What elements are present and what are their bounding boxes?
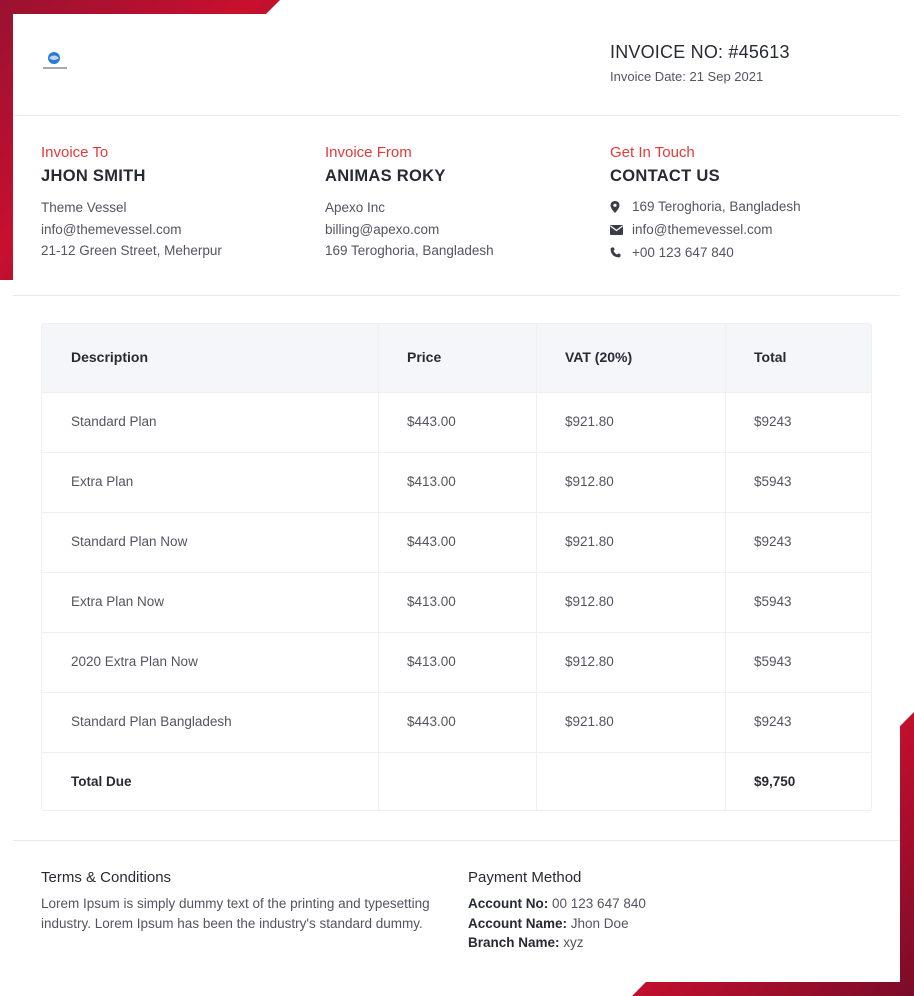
- invoice-paper: INVOICE NO: #45613 Invoice Date: 21 Sep …: [13, 14, 900, 982]
- table-row: Standard Plan Bangladesh $443.00 $921.80…: [42, 692, 871, 752]
- header-price: Price: [407, 349, 442, 365]
- table-total-row: Total Due $9,750: [42, 752, 871, 810]
- invoice-from-company: Apexo Inc: [325, 200, 386, 215]
- row-description: Standard Plan: [71, 414, 157, 429]
- contact-address: 169 Teroghoria, Bangladesh: [632, 199, 801, 214]
- invoice-table: Description Price VAT (20%) Total Standa…: [41, 323, 872, 811]
- contact-address-line: 169 Teroghoria, Bangladesh: [610, 195, 880, 218]
- invoice-date: Invoice Date: 21 Sep 2021: [610, 69, 764, 84]
- invoice-to-name: JHON SMITH: [41, 167, 146, 185]
- row-total: $9243: [754, 714, 792, 729]
- account-no-value: 00 123 647 840: [552, 896, 646, 911]
- terms-title: Terms & Conditions: [41, 869, 172, 886]
- column-divider: [725, 324, 726, 810]
- company-logo: [41, 50, 71, 76]
- account-name-line: Account Name: Jhon Doe: [468, 914, 646, 934]
- table-row: Standard Plan Now $443.00 $921.80 $9243: [42, 512, 871, 572]
- row-total: $9243: [754, 414, 792, 429]
- payment-title: Payment Method: [468, 869, 582, 886]
- contact-label: Get In Touch: [610, 144, 695, 161]
- invoice-to-address: 21-12 Green Street, Meherpur: [41, 243, 222, 258]
- row-vat: $912.80: [565, 594, 614, 609]
- row-vat: $912.80: [565, 474, 614, 489]
- header-vat: VAT (20%): [565, 349, 633, 365]
- contact-email[interactable]: info@themevessel.com: [632, 222, 773, 237]
- table-header: Description Price VAT (20%) Total: [42, 324, 871, 392]
- divider: [13, 115, 900, 116]
- account-name-value: Jhon Doe: [570, 915, 629, 931]
- payment-details: Account No: 00 123 647 840 Account Name:…: [468, 894, 646, 953]
- phone-icon: [610, 247, 632, 258]
- row-price: $413.00: [407, 594, 456, 609]
- account-name-label: Account Name:: [468, 915, 568, 931]
- invoice-from-name: ANIMAS ROKY: [325, 167, 446, 185]
- row-total: $5943: [754, 654, 792, 669]
- row-price: $443.00: [407, 534, 456, 549]
- row-total: $9243: [754, 534, 792, 549]
- table-row: Standard Plan $443.00 $921.80 $9243: [42, 392, 871, 452]
- account-no-line: Account No: 00 123 647 840: [468, 894, 646, 914]
- invoice-from-email: billing@apexo.com: [325, 221, 440, 237]
- contact-title: CONTACT US: [610, 167, 720, 185]
- header-description: Description: [71, 349, 149, 365]
- table-row: Extra Plan $413.00 $912.80 $5943: [42, 452, 871, 512]
- row-description: Extra Plan: [71, 474, 134, 489]
- table-row: Extra Plan Now $413.00 $912.80 $5943: [42, 572, 871, 632]
- row-price: $443.00: [407, 714, 456, 729]
- column-divider: [536, 324, 537, 810]
- map-marker-icon: [610, 200, 632, 213]
- column-divider: [378, 324, 379, 810]
- envelope-icon: [610, 224, 632, 235]
- contact-block: Get In Touch CONTACT US 169 Teroghoria, …: [610, 144, 880, 264]
- invoice-number: INVOICE NO: #45613: [610, 42, 790, 62]
- header-total: Total: [754, 349, 787, 365]
- row-total: $5943: [754, 474, 792, 489]
- row-description: Standard Plan Bangladesh: [71, 714, 232, 729]
- branch-name-value: xyz: [563, 935, 584, 950]
- invoice-to-block: Invoice To JHON SMITH Theme Vessel info@…: [41, 144, 311, 262]
- contact-phone-line[interactable]: +00 123 647 840: [610, 241, 880, 264]
- invoice-to-label: Invoice To: [41, 144, 109, 161]
- contact-phone[interactable]: +00 123 647 840: [632, 245, 734, 260]
- branch-name-line: Branch Name: xyz: [468, 933, 646, 953]
- row-vat: $912.80: [565, 654, 614, 669]
- total-due-value: $9,750: [754, 774, 796, 789]
- row-vat: $921.80: [565, 414, 614, 429]
- total-due-label: Total Due: [71, 774, 132, 789]
- invoice-to-email: info@themevessel.com: [41, 221, 182, 237]
- table-row: 2020 Extra Plan Now $413.00 $912.80 $594…: [42, 632, 871, 692]
- row-price: $443.00: [407, 414, 456, 429]
- divider: [13, 295, 900, 296]
- account-no-label: Account No:: [468, 896, 549, 911]
- terms-text: Lorem Ipsum is simply dummy text of the …: [41, 896, 430, 931]
- row-vat: $921.80: [565, 714, 614, 729]
- branch-name-label: Branch Name:: [468, 935, 560, 950]
- row-price: $413.00: [407, 474, 456, 489]
- invoice-from-block: Invoice From ANIMAS ROKY Apexo Inc billi…: [325, 144, 595, 262]
- invoice-from-label: Invoice From: [325, 144, 412, 161]
- row-vat: $921.80: [565, 534, 614, 549]
- invoice-from-address: 169 Teroghoria, Bangladesh: [325, 243, 494, 258]
- row-description: Standard Plan Now: [71, 534, 188, 549]
- row-description: Extra Plan Now: [71, 594, 165, 609]
- row-description: 2020 Extra Plan Now: [71, 654, 198, 669]
- divider: [13, 840, 900, 841]
- invoice-to-company: Theme Vessel: [41, 200, 127, 215]
- row-total: $5943: [754, 594, 792, 609]
- row-price: $413.00: [407, 654, 456, 669]
- contact-email-line[interactable]: info@themevessel.com: [610, 218, 880, 241]
